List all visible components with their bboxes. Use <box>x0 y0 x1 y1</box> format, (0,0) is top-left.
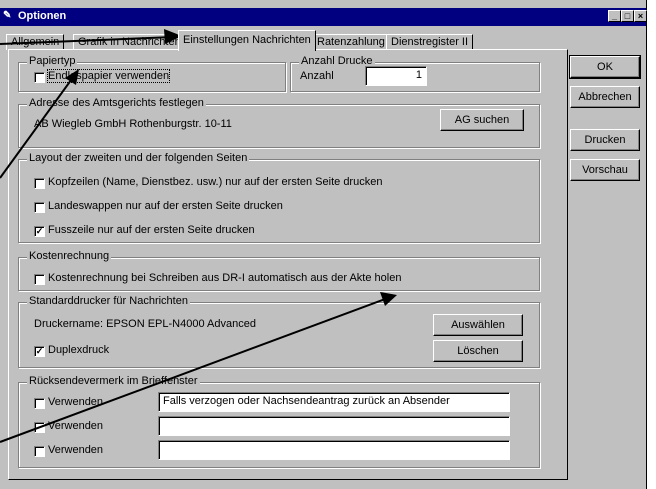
amtsgericht-legend: Adresse des Amtsgerichts festlegen <box>27 97 206 109</box>
layout-legend: Layout der zweiten und der folgenden Sei… <box>27 152 250 164</box>
kopfzeilen-label[interactable]: Kopfzeilen (Name, Dienstbez. usw.) nur a… <box>48 176 382 188</box>
duplexdruck-label[interactable]: Duplexdruck <box>48 344 109 356</box>
tab-grafik-in-nachrichten[interactable]: Grafik in Nachrichten <box>73 34 186 50</box>
landeswappen-label[interactable]: Landeswappen nur auf der ersten Seite dr… <box>48 200 283 212</box>
ruecksende-label-2[interactable]: Verwenden <box>48 420 103 432</box>
landeswappen-checkbox[interactable] <box>34 202 45 213</box>
close-icon: × <box>637 11 644 21</box>
endlospapier-label[interactable]: Endlospapier verwenden <box>46 69 171 83</box>
ag-suchen-button[interactable]: AG suchen <box>440 109 524 131</box>
anzahl-input[interactable]: 1 <box>365 66 427 86</box>
ruecksende-input-2[interactable] <box>158 416 510 436</box>
fusszeile-label[interactable]: Fusszeile nur auf der ersten Seite druck… <box>48 224 255 236</box>
druckername-text: Druckername: EPSON EPL-N4000 Advanced <box>34 318 256 330</box>
loeschen-button[interactable]: Löschen <box>433 340 523 362</box>
options-dialog: ✎ Optionen _ □ × Allgemein Grafik in Nac… <box>0 0 647 489</box>
ruecksende-label-1[interactable]: Verwenden <box>48 396 103 408</box>
ruecksende-checkbox-3[interactable] <box>34 446 45 457</box>
check-icon: ✓ <box>35 226 44 236</box>
ruecksende-checkbox-2[interactable] <box>34 422 45 433</box>
standarddrucker-legend: Standarddrucker für Nachrichten <box>27 295 190 307</box>
ruecksende-label-3[interactable]: Verwenden <box>48 444 103 456</box>
duplexdruck-checkbox[interactable]: ✓ <box>34 346 45 357</box>
maximize-icon: □ <box>624 11 631 21</box>
title-bar[interactable]: ✎ Optionen _ □ × <box>0 8 647 26</box>
drucken-button[interactable]: Drucken <box>570 129 640 151</box>
vorschau-button[interactable]: Vorschau <box>570 159 640 181</box>
ok-button[interactable]: OK <box>570 56 640 78</box>
tab-allgemein[interactable]: Allgemein <box>6 34 65 50</box>
tab-dienstregister-ii[interactable]: Dienstregister II <box>386 34 474 50</box>
kostenrechnung-label[interactable]: Kostenrechnung bei Schreiben aus DR-I au… <box>48 272 401 284</box>
ruecksende-checkbox-1[interactable] <box>34 398 45 409</box>
kostenrechnung-checkbox[interactable] <box>34 274 45 285</box>
minimize-button[interactable]: _ <box>608 10 621 22</box>
check-icon: ✓ <box>35 346 44 356</box>
anzahl-label: Anzahl <box>300 70 334 82</box>
ruecksende-legend: Rücksendevermerk im Brieffenster <box>27 375 200 387</box>
amtsgericht-address: AB Wiegleb GmbH Rothenburgstr. 10-11 <box>34 118 232 130</box>
maximize-button[interactable]: □ <box>621 10 634 22</box>
tab-ratenzahlung[interactable]: Ratenzahlung <box>312 34 390 50</box>
tab-einstellungen-nachrichten[interactable]: Einstellungen Nachrichten <box>178 30 316 51</box>
anzahl-drucke-legend: Anzahl Drucke <box>299 55 375 67</box>
papiertyp-legend: Papiertyp <box>27 55 78 67</box>
pen-icon: ✎ <box>3 10 12 21</box>
endlospapier-checkbox[interactable] <box>34 72 45 83</box>
kostenrechnung-legend: Kostenrechnung <box>27 250 112 262</box>
window-title: Optionen <box>18 10 67 22</box>
ruecksende-input-3[interactable] <box>158 440 510 460</box>
abbrechen-button[interactable]: Abbrechen <box>570 86 640 108</box>
close-button[interactable]: × <box>634 10 647 22</box>
ruecksende-input-1[interactable]: Falls verzogen oder Nachsendeantrag zurü… <box>158 392 510 412</box>
fusszeile-checkbox[interactable]: ✓ <box>34 226 45 237</box>
kopfzeilen-checkbox[interactable] <box>34 178 45 189</box>
minimize-icon: _ <box>611 11 617 21</box>
auswaehlen-button[interactable]: Auswählen <box>433 314 523 336</box>
